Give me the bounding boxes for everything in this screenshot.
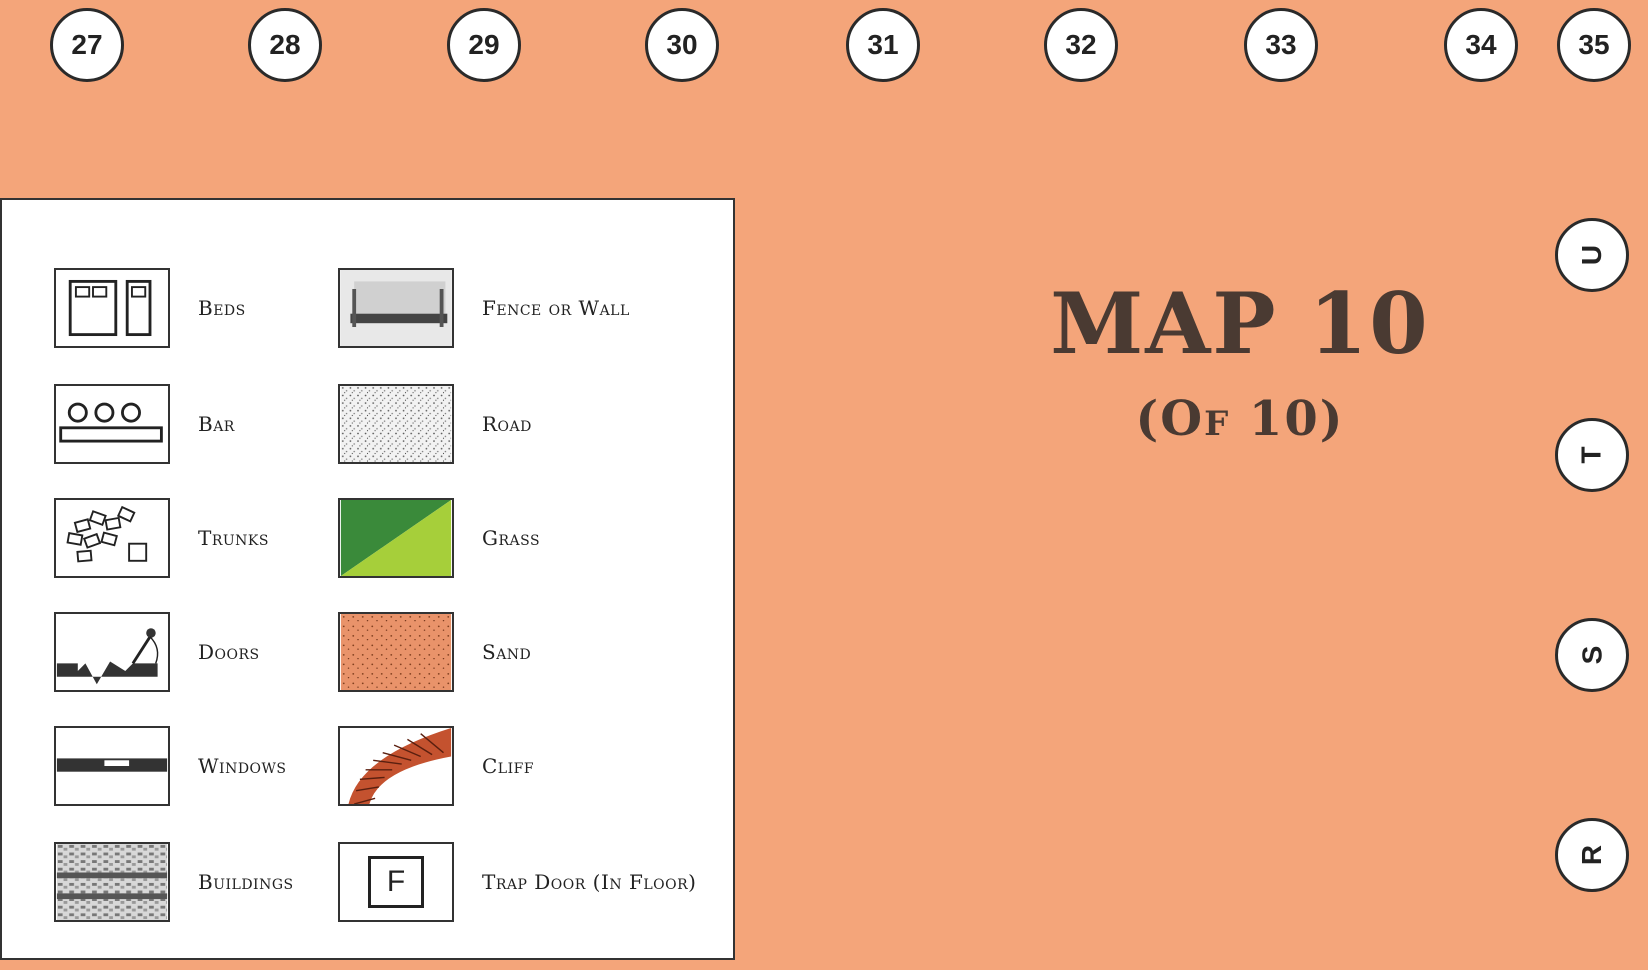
legend-item-doors: Doors — [54, 612, 260, 692]
map-title: MAP 10 — [1050, 274, 1430, 373]
legend-label-grass: Grass — [482, 526, 541, 550]
row-marker-u: U — [1555, 218, 1629, 292]
road-icon — [338, 384, 454, 464]
doors-icon — [54, 612, 170, 692]
legend-label-buildings: Buildings — [198, 870, 294, 894]
legend-item-trunks: Trunks — [54, 498, 269, 578]
legend-item-trap-door: F Trap Door (In Floor) — [338, 842, 696, 922]
legend-panel: Beds Fence or Wall Bar Road Trunks Grass… — [0, 198, 735, 960]
map-subtitle: (Of 10) — [1135, 391, 1345, 447]
column-marker-28: 28 — [248, 8, 322, 82]
trap-door-symbol: F — [368, 856, 424, 908]
legend-label-beds: Beds — [198, 296, 246, 320]
column-marker-27: 27 — [50, 8, 124, 82]
legend-item-bar: Bar — [54, 384, 235, 464]
column-marker-30: 30 — [645, 8, 719, 82]
legend-label-doors: Doors — [198, 640, 260, 664]
trunks-icon — [54, 498, 170, 578]
row-marker-t: T — [1555, 418, 1629, 492]
column-marker-35: 35 — [1557, 8, 1631, 82]
legend-item-buildings: Buildings — [54, 842, 294, 922]
legend-item-fence-wall: Fence or Wall — [338, 268, 630, 348]
cliff-icon — [338, 726, 454, 806]
grass-icon — [338, 498, 454, 578]
buildings-icon — [54, 842, 170, 922]
column-marker-29: 29 — [447, 8, 521, 82]
legend-label-road: Road — [482, 412, 532, 436]
trap-door-icon: F — [338, 842, 454, 922]
legend-label-windows: Windows — [198, 754, 287, 778]
column-marker-33: 33 — [1244, 8, 1318, 82]
legend-label-bar: Bar — [198, 412, 235, 436]
legend-label-sand: Sand — [482, 640, 532, 664]
bar-icon — [54, 384, 170, 464]
legend-label-trunks: Trunks — [198, 526, 269, 550]
legend-item-windows: Windows — [54, 726, 287, 806]
legend-item-sand: Sand — [338, 612, 531, 692]
legend-item-beds: Beds — [54, 268, 246, 348]
legend-label-trap-door: Trap Door (In Floor) — [482, 870, 697, 894]
fence-wall-icon — [338, 268, 454, 348]
beds-icon — [54, 268, 170, 348]
legend-label-cliff: Cliff — [482, 754, 535, 778]
column-marker-34: 34 — [1444, 8, 1518, 82]
legend-item-road: Road — [338, 384, 532, 464]
legend-label-fence-wall: Fence or Wall — [482, 296, 630, 320]
row-marker-r: R — [1555, 818, 1629, 892]
column-marker-32: 32 — [1044, 8, 1118, 82]
column-marker-31: 31 — [846, 8, 920, 82]
legend-item-grass: Grass — [338, 498, 540, 578]
windows-icon — [54, 726, 170, 806]
sand-icon — [338, 612, 454, 692]
row-marker-s: S — [1555, 618, 1629, 692]
legend-item-cliff: Cliff — [338, 726, 534, 806]
